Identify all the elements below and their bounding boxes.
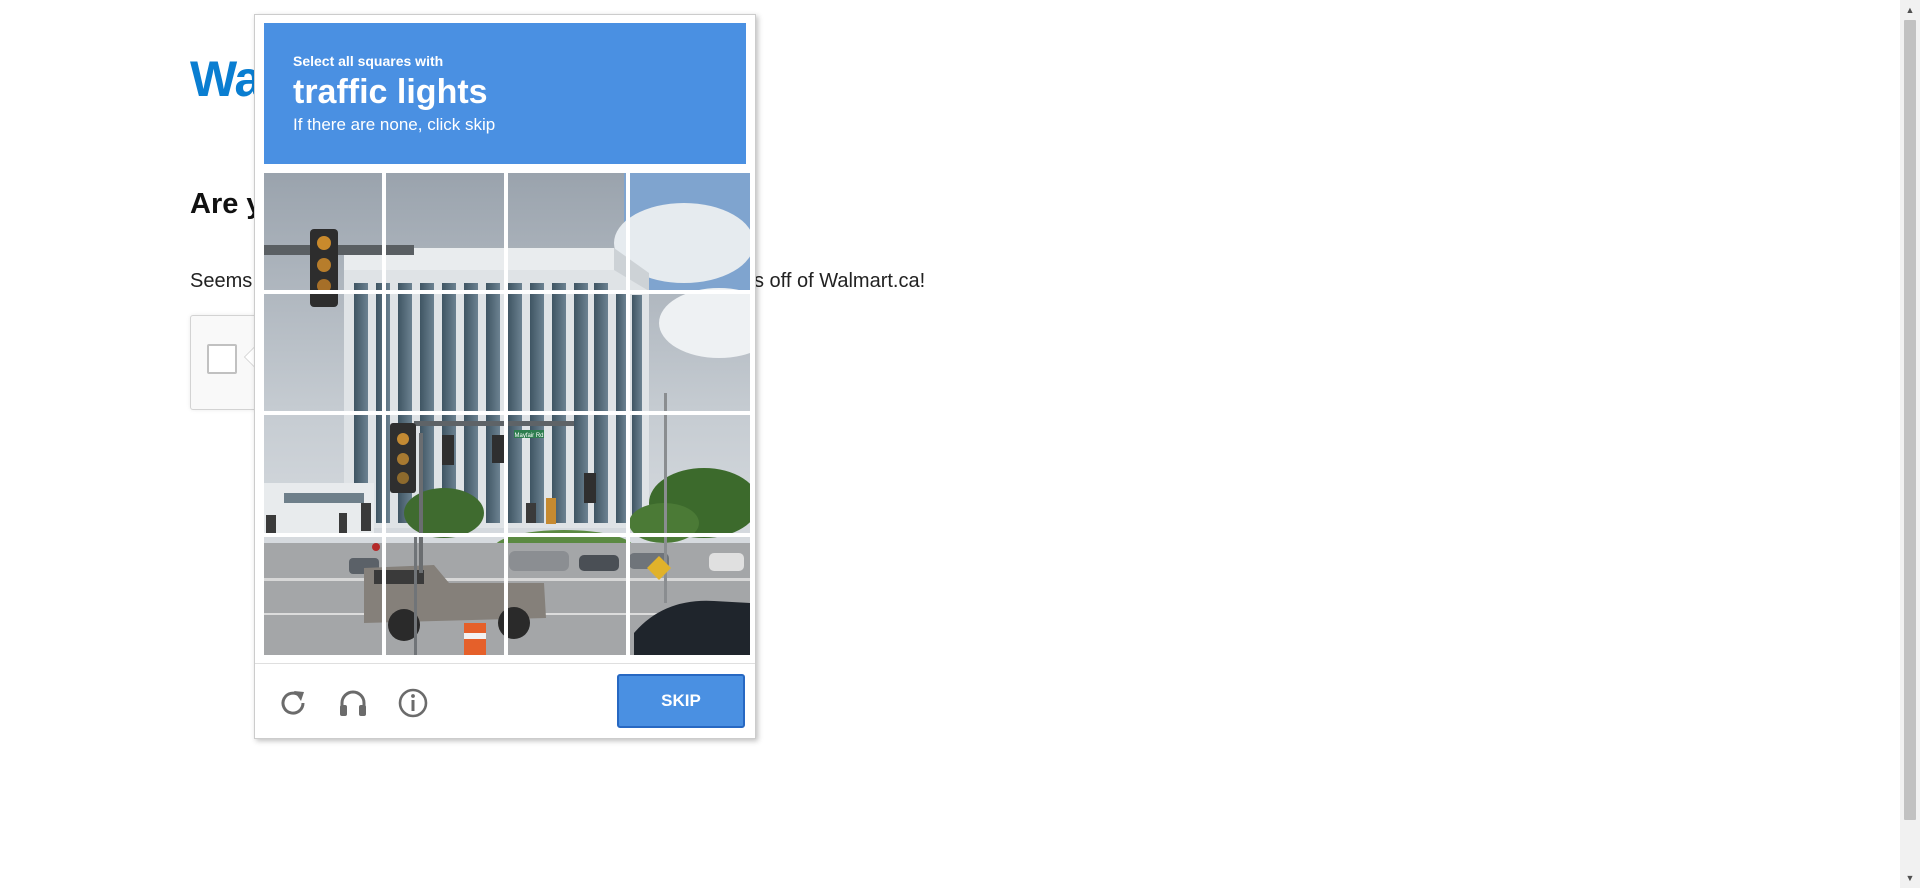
- captcha-tile[interactable]: [508, 537, 628, 655]
- page-message: Seems s off of Walmart.ca!: [190, 270, 925, 293]
- captcha-tile[interactable]: [508, 415, 628, 533]
- page-heading: Are y: [190, 188, 263, 220]
- captcha-tile[interactable]: [264, 294, 384, 412]
- captcha-tile[interactable]: [264, 537, 384, 655]
- page-message-start: Seems: [190, 270, 253, 292]
- page-message-end: s off of Walmart.ca!: [754, 270, 926, 292]
- walmart-logo[interactable]: Wa: [190, 50, 262, 108]
- captcha-tile[interactable]: [630, 294, 750, 412]
- captcha-tile[interactable]: [386, 173, 506, 291]
- instruction-target: traffic lights: [293, 73, 488, 111]
- instruction-line: Select all squares with: [293, 53, 444, 69]
- page-scrollbar[interactable]: ▲ ▼: [1900, 0, 1920, 888]
- headphones-icon[interactable]: [337, 687, 369, 719]
- captcha-instructions: Select all squares with traffic lights I…: [264, 23, 746, 164]
- captcha-tile[interactable]: [508, 294, 628, 412]
- scrollbar-thumb[interactable]: [1904, 20, 1916, 820]
- info-icon[interactable]: [397, 687, 429, 719]
- captcha-tile[interactable]: [264, 415, 384, 533]
- captcha-tile[interactable]: [386, 537, 506, 655]
- captcha-footer: SKIP: [255, 663, 755, 739]
- captcha-challenge-dialog: Select all squares with traffic lights I…: [254, 14, 756, 739]
- captcha-tile[interactable]: [630, 537, 750, 655]
- captcha-tile[interactable]: [386, 415, 506, 533]
- captcha-tile[interactable]: [630, 415, 750, 533]
- scroll-down-arrow-icon[interactable]: ▼: [1900, 868, 1920, 888]
- scroll-up-arrow-icon[interactable]: ▲: [1900, 0, 1920, 20]
- captcha-tile[interactable]: [386, 294, 506, 412]
- captcha-tile[interactable]: [264, 173, 384, 291]
- captcha-image-grid: Mayfair Rd: [264, 173, 750, 655]
- captcha-tile[interactable]: [508, 173, 628, 291]
- skip-button[interactable]: SKIP: [617, 674, 745, 728]
- reload-icon[interactable]: [277, 687, 309, 719]
- instruction-hint: If there are none, click skip: [293, 115, 496, 134]
- recaptcha-checkbox[interactable]: [207, 344, 237, 374]
- captcha-tile[interactable]: [630, 173, 750, 291]
